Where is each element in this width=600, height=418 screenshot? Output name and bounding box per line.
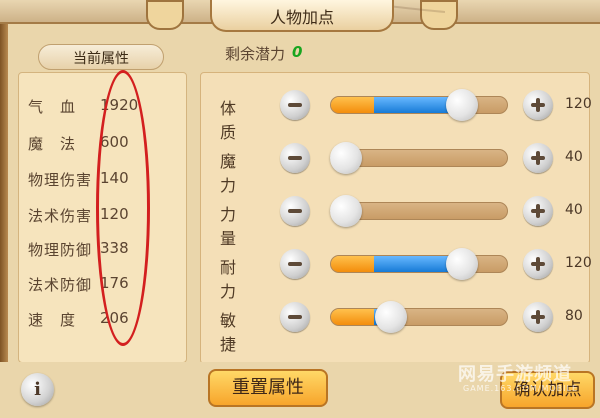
attribute-row-strength: 力量 40 xyxy=(220,194,590,248)
decrease-button[interactable] xyxy=(280,196,310,226)
stat-row-speed: 速 度 206 xyxy=(28,309,168,333)
increase-button[interactable] xyxy=(523,249,553,279)
watermark-sub: GAME.163.COM/MOBILE xyxy=(463,384,579,393)
attribute-allocation-window: 人物加点 当前属性 气 血 1920 魔 法 600 物理伤害 140 法术伤害… xyxy=(0,0,600,418)
window-title: 人物加点 xyxy=(269,8,334,27)
current-attributes-header: 当前属性 xyxy=(38,44,164,70)
attribute-row-constitution: 体质 120 xyxy=(220,88,592,142)
slider-knob[interactable] xyxy=(375,301,407,333)
attribute-row-magic: 魔力 40 xyxy=(220,141,590,195)
slider-knob[interactable] xyxy=(446,89,478,121)
attribute-label: 体质 xyxy=(220,99,255,142)
increase-button[interactable] xyxy=(523,196,553,226)
attribute-row-agility: 敏捷 80 xyxy=(220,300,590,354)
decrease-button[interactable] xyxy=(280,143,310,173)
attribute-label: 耐力 xyxy=(220,258,255,301)
decrease-button[interactable] xyxy=(280,90,310,120)
window-left-edge xyxy=(0,0,8,418)
remaining-potential-label: 剩余潜力 xyxy=(225,45,286,63)
slider-knob[interactable] xyxy=(330,142,362,174)
stat-label: 速 度 xyxy=(28,311,77,329)
stat-label: 法术防御 xyxy=(28,276,93,294)
minus-icon xyxy=(288,262,302,266)
stat-label: 法术伤害 xyxy=(28,207,93,225)
stat-row-hp: 气 血 1920 xyxy=(28,96,168,120)
attribute-slider-track[interactable] xyxy=(330,96,508,114)
stat-label: 气 血 xyxy=(28,98,77,116)
minus-icon xyxy=(288,156,302,160)
attribute-value: 40 xyxy=(565,149,583,165)
slider-knob[interactable] xyxy=(330,195,362,227)
increase-button[interactable] xyxy=(523,90,553,120)
title-plate: 人物加点 xyxy=(210,0,394,32)
decrease-button[interactable] xyxy=(280,302,310,332)
red-annotation-oval xyxy=(96,70,150,346)
attribute-value: 40 xyxy=(565,202,583,218)
watermark-main: 网易手游频道 xyxy=(458,364,572,385)
decrease-button[interactable] xyxy=(280,249,310,279)
increase-button[interactable] xyxy=(523,302,553,332)
stat-label: 物理防御 xyxy=(28,241,93,259)
reset-attributes-button[interactable]: 重置属性 xyxy=(208,369,328,407)
stat-label: 物理伤害 xyxy=(28,171,93,189)
slider-knob[interactable] xyxy=(446,248,478,280)
attribute-value: 120 xyxy=(565,255,592,271)
attribute-label: 魔力 xyxy=(220,152,255,195)
attribute-label: 力量 xyxy=(220,205,255,248)
attribute-slider-track[interactable] xyxy=(330,308,508,326)
left-title-ornament xyxy=(146,0,184,30)
attribute-row-endurance: 耐力 120 xyxy=(220,247,592,301)
current-attributes-title: 当前属性 xyxy=(73,51,129,67)
info-button[interactable]: i xyxy=(21,373,54,406)
stat-row-magic-defense: 法术防御 176 xyxy=(28,274,168,298)
increase-button[interactable] xyxy=(523,143,553,173)
stat-label: 魔 法 xyxy=(28,135,77,153)
minus-icon xyxy=(288,315,302,319)
attribute-label: 敏捷 xyxy=(220,311,255,354)
minus-icon xyxy=(288,209,302,213)
slider-base-fill xyxy=(331,256,374,272)
slider-base-fill xyxy=(331,97,374,113)
minus-icon xyxy=(288,103,302,107)
attribute-value: 120 xyxy=(565,96,592,112)
slider-base-fill xyxy=(331,309,374,325)
remaining-potential-value: 0 xyxy=(292,43,303,61)
attribute-slider-track[interactable] xyxy=(330,255,508,273)
attribute-value: 80 xyxy=(565,308,583,324)
